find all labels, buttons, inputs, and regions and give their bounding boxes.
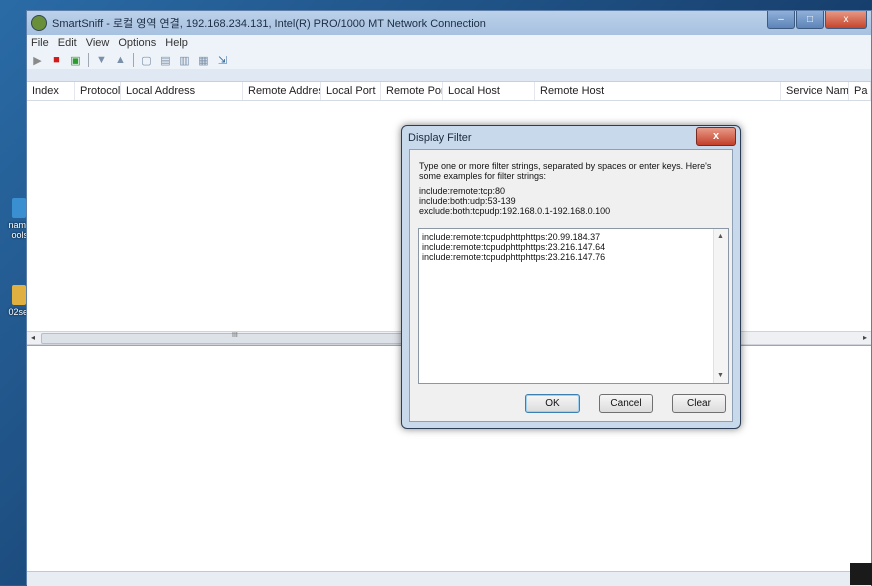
- filter-down-icon[interactable]: ▼: [95, 54, 108, 67]
- scrollbar-grip: III: [232, 332, 238, 339]
- minimize-button[interactable]: –: [767, 11, 795, 29]
- maximize-button[interactable]: □: [796, 11, 824, 29]
- clear-button[interactable]: Clear: [672, 394, 726, 413]
- filter-line: include:remote:tcpudphttphttps:20.99.184…: [422, 232, 601, 242]
- filter-example: exclude:both:tcpudp:192.168.0.1-192.168.…: [419, 206, 611, 216]
- column-local-address[interactable]: Local Address: [121, 82, 243, 100]
- toolbar-separator: [88, 53, 89, 67]
- filter-up-icon[interactable]: ▲: [114, 54, 127, 67]
- column-protocol[interactable]: Protocol: [75, 82, 121, 100]
- menu-file[interactable]: File: [31, 37, 49, 49]
- folder-icon: [12, 285, 26, 305]
- menu-edit[interactable]: Edit: [58, 37, 77, 49]
- filter-example: include:both:udp:53-139: [419, 196, 516, 206]
- menu-options[interactable]: Options: [118, 37, 156, 49]
- status-bar: [27, 571, 871, 586]
- menu-help[interactable]: Help: [165, 37, 188, 49]
- filter-examples: include:remote:tcp:80 include:both:udp:5…: [419, 186, 719, 216]
- dialog-body: Type one or more filter strings, separat…: [409, 149, 733, 422]
- filter-line: include:remote:tcpudphttphttps:23.216.14…: [422, 242, 606, 252]
- filter-input-scrollbar[interactable]: ▲ ▼: [713, 229, 728, 383]
- scroll-down-icon[interactable]: ▼: [717, 372, 724, 379]
- app-shortcut-icon: [12, 198, 26, 218]
- dialog-title: Display Filter: [408, 132, 472, 144]
- scroll-up-icon[interactable]: ▲: [717, 233, 724, 240]
- play-icon[interactable]: ▶: [31, 54, 44, 67]
- save-icon[interactable]: ▤: [159, 54, 172, 67]
- scrollbar-thumb[interactable]: III: [41, 332, 403, 344]
- window-title: SmartSniff - 로컬 영역 연결, 192.168.234.131, …: [52, 18, 486, 30]
- desktop-shortcut[interactable]: 02se: [0, 285, 28, 317]
- menu-view[interactable]: View: [86, 37, 110, 49]
- column-remote-address[interactable]: Remote Address: [243, 82, 321, 100]
- column-remote-port[interactable]: Remote Port: [381, 82, 443, 100]
- dialog-title-bar[interactable]: Display Filter x: [402, 126, 740, 148]
- smartsniff-app-icon: [31, 15, 47, 31]
- cancel-button[interactable]: Cancel: [599, 394, 653, 413]
- filter-line: include:remote:tcpudphttphttps:23.216.14…: [422, 252, 606, 262]
- desktop-shortcut-label: nami ools: [8, 220, 28, 240]
- scroll-right-icon[interactable]: ▸: [859, 332, 871, 344]
- desktop-shortcut-label: 02se: [8, 307, 28, 317]
- column-service-name[interactable]: Service Name: [781, 82, 849, 100]
- new-icon[interactable]: ▢: [140, 54, 153, 67]
- capture-icon[interactable]: ▣: [69, 54, 82, 67]
- desktop-shortcut[interactable]: nami ools: [0, 198, 28, 240]
- scroll-left-icon[interactable]: ◂: [27, 332, 39, 344]
- filter-text-input[interactable]: include:remote:tcpudphttphttps:20.99.184…: [418, 228, 729, 384]
- menu-bar: File Edit View Options Help: [27, 35, 871, 51]
- ok-button[interactable]: OK: [525, 394, 580, 413]
- display-filter-dialog: Display Filter x Type one or more filter…: [401, 125, 741, 429]
- toolbar: ▶ ■ ▣ ▼ ▲ ▢ ▤ ▥ ▦ ⇲: [27, 51, 871, 69]
- taskbar-corner: [850, 563, 872, 585]
- filter-instructions: Type one or more filter strings, separat…: [419, 161, 712, 181]
- column-header-row: Index Protocol Local Address Remote Addr…: [27, 82, 871, 101]
- title-bar[interactable]: SmartSniff - 로컬 영역 연결, 192.168.234.131, …: [27, 11, 871, 35]
- stop-icon[interactable]: ■: [50, 54, 63, 67]
- close-button[interactable]: x: [825, 11, 867, 29]
- column-partial[interactable]: Pa: [849, 82, 871, 100]
- column-index[interactable]: Index: [27, 82, 75, 100]
- toolbar-separator: [133, 53, 134, 67]
- filter-example: include:remote:tcp:80: [419, 186, 506, 196]
- properties-icon[interactable]: ▦: [197, 54, 210, 67]
- exit-icon[interactable]: ⇲: [216, 54, 229, 67]
- column-local-port[interactable]: Local Port: [321, 82, 381, 100]
- column-local-host[interactable]: Local Host: [443, 82, 535, 100]
- copy-icon[interactable]: ▥: [178, 54, 191, 67]
- dialog-close-button[interactable]: x: [696, 127, 736, 146]
- column-remote-host[interactable]: Remote Host: [535, 82, 781, 100]
